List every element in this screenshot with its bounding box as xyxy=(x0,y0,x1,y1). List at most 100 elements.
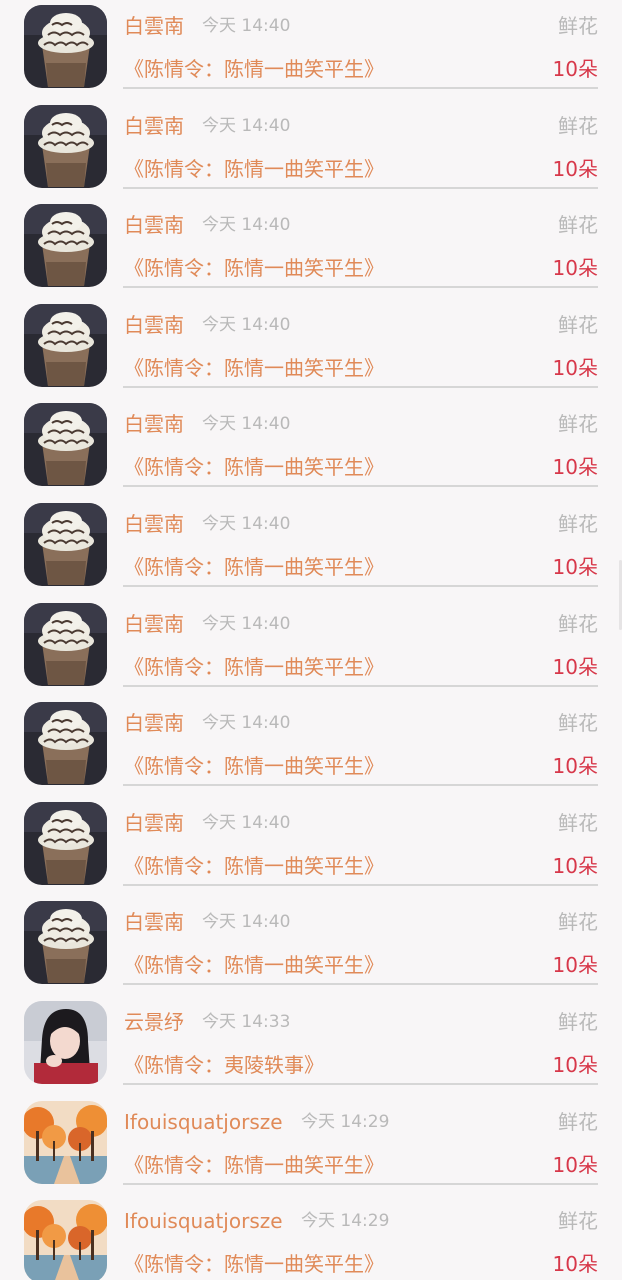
frappuccino-avatar[interactable] xyxy=(24,204,107,288)
sender-name[interactable]: 云景纾 xyxy=(124,1008,184,1036)
gift-record-row[interactable]: 白雲南 今天 14:40 鲜花《陈情令：陈情一曲笑平生》 10朵 xyxy=(0,199,622,299)
book-title[interactable]: 《陈情令：陈情一曲笑平生》 xyxy=(124,453,384,481)
sender-name[interactable]: 白雲南 xyxy=(124,809,184,837)
gift-type: 鲜花 xyxy=(558,1010,598,1034)
gift-time: 今天 14:33 xyxy=(202,1012,291,1032)
sender-name[interactable]: 白雲南 xyxy=(124,311,184,339)
sender-name[interactable]: Ifouisquatjorsze xyxy=(124,1207,283,1235)
sender-name[interactable]: 白雲南 xyxy=(124,410,184,438)
frappuccino-avatar[interactable] xyxy=(24,303,107,387)
gift-type: 鲜花 xyxy=(558,213,598,238)
row-divider xyxy=(123,485,598,488)
sender-name[interactable]: 白雲南 xyxy=(124,908,184,936)
gift-count: 10朵 xyxy=(552,654,598,679)
gift-count: 10朵 xyxy=(552,555,598,579)
frappuccino-avatar[interactable] xyxy=(24,5,107,88)
row-divider xyxy=(123,1182,598,1185)
book-title[interactable]: 《陈情令：陈情一曲笑平生》 xyxy=(124,951,384,979)
frappuccino-avatar[interactable] xyxy=(24,801,107,885)
gift-time: 今天 14:40 xyxy=(202,115,291,136)
gift-record-row[interactable]: 白雲南 今天 14:40 鲜花 《陈情令：陈情一曲笑平生》 10朵 xyxy=(0,398,622,498)
book-title[interactable]: 《陈情令：陈情一曲笑平生》 xyxy=(124,155,384,183)
gift-type: 鲜花 xyxy=(558,412,598,437)
frappuccino-avatar[interactable] xyxy=(24,602,107,686)
gift-count: 10朵 xyxy=(552,754,598,779)
gift-type: 鲜花 xyxy=(558,810,598,835)
row-divider xyxy=(123,1083,598,1085)
gift-time: 今天 14:40 xyxy=(202,713,291,734)
gift-record-row[interactable]: 白雲南 今天 14:40 鲜花《陈情令：陈情一曲笑平生》 10朵 xyxy=(0,299,622,399)
book-title[interactable]: 《陈情令：陈情一曲笑平生》 xyxy=(124,55,384,83)
gift-record-row[interactable]: 白雲南 今天 14:40 鲜花《陈情令：陈情一曲笑平生》 10朵 xyxy=(0,100,622,200)
gift-time: 今天 14:40 xyxy=(202,514,291,534)
autumn-trees-avatar[interactable] xyxy=(24,1200,107,1280)
gift-count: 10朵 xyxy=(552,256,598,281)
gift-time: 今天 14:40 xyxy=(202,912,291,933)
book-title[interactable]: 《陈情令：陈情一曲笑平生》 xyxy=(124,354,384,382)
gift-time: 今天 14:40 xyxy=(202,16,291,36)
sender-name[interactable]: 白雲南 xyxy=(124,610,184,638)
gift-record-row[interactable]: 白雲南 今天 14:40 鲜花《陈情令：陈情一曲笑平生》 10朵 xyxy=(0,797,622,897)
gift-time: 今天 14:40 xyxy=(202,215,291,236)
frappuccino-avatar[interactable] xyxy=(24,503,107,586)
gift-type: 鲜花 xyxy=(558,312,598,337)
gift-record-row[interactable]: 白雲南 今天 14:40 鲜花 《陈情令：陈情一曲笑平生》 10朵 xyxy=(0,0,622,100)
gift-type: 鲜花 xyxy=(558,113,598,138)
gift-record-list: 白雲南 今天 14:40 鲜花 《陈情令：陈情一曲笑平生》 10朵 白雲南 今天 14:40… xyxy=(0,0,622,1280)
gift-count: 10朵 xyxy=(552,1252,598,1277)
gift-time: 今天 14:40 xyxy=(202,613,291,634)
sender-name[interactable]: Ifouisquatjorsze xyxy=(124,1108,283,1136)
gift-record-row[interactable]: 白雲南 今天 14:40 鲜花《陈情令：陈情一曲笑平生》 10朵 xyxy=(0,896,622,996)
sender-name[interactable]: 白雲南 xyxy=(124,211,184,239)
sender-name[interactable]: 白雲南 xyxy=(124,510,184,538)
book-title[interactable]: 《陈情令：陈情一曲笑平生》 xyxy=(124,1151,384,1179)
gift-record-row[interactable]: 白雲南 今天 14:40 鲜花《陈情令：陈情一曲笑平生》 10朵 xyxy=(0,697,622,797)
gift-count: 10朵 xyxy=(552,1152,598,1177)
gift-type: 鲜花 xyxy=(558,14,598,38)
gift-count: 10朵 xyxy=(552,156,598,181)
gift-time: 今天 14:29 xyxy=(301,1111,390,1132)
girl-avatar[interactable] xyxy=(24,1001,107,1084)
row-divider xyxy=(123,186,598,189)
gift-type: 鲜花 xyxy=(558,711,598,736)
row-divider xyxy=(123,286,598,289)
frappuccino-avatar[interactable] xyxy=(24,901,107,985)
gift-record-row[interactable]: Ifouisquatjorsze 今天 14:29 鲜花《陈情令：陈情一曲笑平生》 1… xyxy=(0,1096,622,1196)
row-divider xyxy=(123,585,598,587)
gift-record-row[interactable]: Ifouisquatjorsze 今天 14:29 鲜花《陈情令：陈情一曲笑平生》 1… xyxy=(0,1195,622,1280)
row-divider xyxy=(123,385,598,388)
gift-type: 鲜花 xyxy=(558,512,598,536)
row-divider xyxy=(123,883,598,886)
sender-name[interactable]: 白雲南 xyxy=(124,709,184,737)
book-title[interactable]: 《陈情令：陈情一曲笑平生》 xyxy=(124,653,384,681)
gift-count: 10朵 xyxy=(552,455,598,480)
book-title[interactable]: 《陈情令：陈情一曲笑平生》 xyxy=(124,852,384,880)
gift-record-row[interactable]: 云景纾 今天 14:33 鲜花《陈情令：夷陵轶事》 10朵 xyxy=(0,996,622,1096)
autumn-trees-avatar[interactable] xyxy=(24,1100,107,1184)
book-title[interactable]: 《陈情令：陈情一曲笑平生》 xyxy=(124,1250,384,1278)
gift-count: 10朵 xyxy=(552,953,598,978)
gift-time: 今天 14:40 xyxy=(202,812,291,833)
gift-count: 10朵 xyxy=(552,355,598,380)
book-title[interactable]: 《陈情令：陈情一曲笑平生》 xyxy=(124,254,384,282)
gift-count: 10朵 xyxy=(552,853,598,878)
gift-type: 鲜花 xyxy=(558,910,598,935)
gift-record-row[interactable]: 白雲南 今天 14:40 鲜花《陈情令：陈情一曲笑平生》 10朵 xyxy=(0,498,622,598)
row-divider xyxy=(123,784,598,787)
sender-name[interactable]: 白雲南 xyxy=(124,12,184,40)
frappuccino-avatar[interactable] xyxy=(24,702,107,786)
book-title[interactable]: 《陈情令：夷陵轶事》 xyxy=(124,1051,324,1079)
gift-time: 今天 14:40 xyxy=(202,314,291,335)
gift-time: 今天 14:29 xyxy=(301,1211,390,1232)
frappuccino-avatar[interactable] xyxy=(24,403,107,487)
row-divider xyxy=(123,983,598,986)
gift-record-row[interactable]: 白雲南 今天 14:40 鲜花 《陈情令：陈情一曲笑平生》 10朵 xyxy=(0,598,622,698)
row-divider xyxy=(123,684,598,687)
sender-name[interactable]: 白雲南 xyxy=(124,112,184,140)
book-title[interactable]: 《陈情令：陈情一曲笑平生》 xyxy=(124,752,384,780)
gift-type: 鲜花 xyxy=(558,1209,598,1234)
frappuccino-avatar[interactable] xyxy=(24,104,107,188)
book-title[interactable]: 《陈情令：陈情一曲笑平生》 xyxy=(124,553,384,581)
gift-type: 鲜花 xyxy=(558,1109,598,1134)
gift-count: 10朵 xyxy=(552,1053,598,1077)
